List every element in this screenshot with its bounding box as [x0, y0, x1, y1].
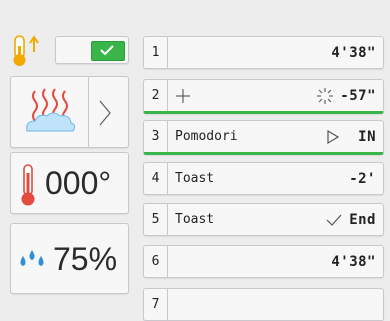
row-status: -57": [340, 87, 376, 104]
preheat-toggle[interactable]: [55, 36, 129, 64]
row-name: Toast: [175, 212, 215, 227]
program-row-2[interactable]: 2 -57": [143, 79, 384, 114]
steam-icon: [23, 87, 77, 142]
program-row-6[interactable]: 6 4'38": [143, 245, 384, 278]
row-number: 6: [144, 246, 168, 277]
check-icon: [325, 213, 343, 227]
steam-mode-button[interactable]: [10, 76, 129, 148]
row-number: 3: [144, 121, 168, 152]
row-status: 4'38": [331, 253, 376, 270]
row-number: 2: [144, 80, 168, 111]
row-status: -2': [349, 170, 376, 187]
plus-icon: [175, 88, 191, 104]
row-name: Pomodori: [175, 129, 238, 144]
sparkle-icon: [316, 87, 334, 105]
temperature-value: 000°: [45, 165, 112, 201]
row-number: 4: [144, 163, 168, 194]
check-icon: [91, 41, 125, 61]
chevron-right-icon[interactable]: [97, 99, 113, 132]
program-row-4[interactable]: 4 Toast -2': [143, 162, 384, 195]
row-number: 7: [144, 289, 168, 320]
row-status: IN: [358, 128, 376, 145]
row-status: End: [349, 211, 376, 228]
row-number: 5: [144, 204, 168, 235]
program-row-5[interactable]: 5 Toast End: [143, 203, 384, 236]
row-number: 1: [144, 37, 168, 68]
temperature-up-icon[interactable]: [10, 34, 42, 68]
humidity-panel[interactable]: 75%: [10, 223, 129, 294]
water-drops-icon: [17, 244, 47, 279]
humidity-value: 75%: [53, 241, 118, 277]
program-row-1[interactable]: 1 4'38": [143, 36, 384, 69]
play-icon: [326, 129, 340, 145]
row-name: Toast: [175, 171, 215, 186]
thermometer-icon: [19, 163, 37, 212]
program-row-3[interactable]: 3 Pomodori IN: [143, 120, 384, 155]
temperature-panel[interactable]: 000°: [10, 152, 129, 214]
row-status: 4'38": [331, 44, 376, 61]
program-row-7[interactable]: 7: [143, 288, 384, 321]
